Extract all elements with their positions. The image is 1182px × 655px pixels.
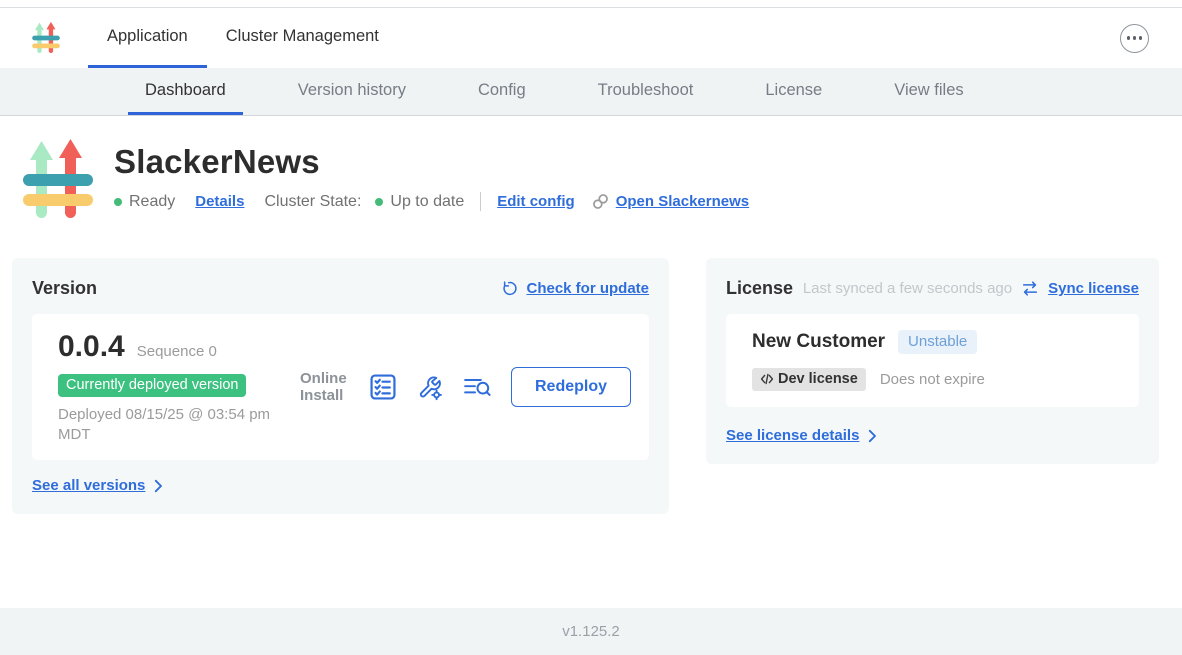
app-header: SlackerNews Ready Details Cluster State:…: [20, 137, 1182, 223]
chain-link-icon: [591, 192, 610, 211]
dashboard-cards: Version Check for update 0.0.4 Sequence: [12, 258, 1159, 514]
cluster-state-label: Cluster State:: [264, 193, 361, 211]
see-license-details-link[interactable]: See license details: [726, 427, 859, 444]
see-all-versions-row[interactable]: See all versions: [32, 477, 649, 494]
app-logo-large: [20, 137, 96, 223]
chevron-right-icon: [152, 479, 165, 493]
checklist-icon: [370, 374, 396, 400]
preflight-checks-button[interactable]: [370, 374, 396, 400]
primary-tabs: Application Cluster Management: [88, 8, 398, 68]
version-card: Version Check for update 0.0.4 Sequence: [12, 258, 669, 514]
subnav-tab-dashboard[interactable]: Dashboard: [128, 68, 243, 115]
view-logs-button[interactable]: [463, 375, 491, 399]
code-icon: [760, 373, 774, 385]
console-version: v1.125.2: [562, 623, 620, 640]
admin-console-page: Application Cluster Management Dashboard…: [0, 0, 1182, 655]
deployed-timestamp: Deployed 08/15/25 @ 03:54 pm MDT: [58, 405, 283, 444]
version-card-title: Version: [32, 278, 97, 299]
app-status-row: Ready Details Cluster State: Up to date …: [114, 192, 749, 211]
edit-config-link[interactable]: Edit config: [497, 193, 575, 210]
refresh-icon: [500, 280, 517, 297]
subnav-tab-troubleshoot[interactable]: Troubleshoot: [581, 68, 711, 115]
subnav-tab-config[interactable]: Config: [461, 68, 543, 115]
customer-name: New Customer: [752, 331, 885, 353]
cluster-state-value: Up to date: [390, 193, 464, 211]
open-app-link[interactable]: Open Slackernews: [616, 193, 749, 210]
sync-license-link[interactable]: Sync license: [1048, 280, 1139, 297]
main-nav: Application Cluster Management: [0, 8, 1182, 68]
license-type-badge: Dev license: [752, 368, 866, 391]
subnav-tab-license[interactable]: License: [748, 68, 839, 115]
subnav-tab-version-history[interactable]: Version history: [281, 68, 423, 115]
see-all-versions-link[interactable]: See all versions: [32, 477, 145, 494]
app-status-dot: [114, 198, 122, 206]
app-logo-icon: [31, 21, 61, 55]
install-type-label: Online Install: [300, 370, 350, 405]
status-divider: [480, 192, 481, 211]
open-app-link-group[interactable]: Open Slackernews: [591, 192, 749, 211]
dashboard-main: SlackerNews Ready Details Cluster State:…: [0, 137, 1182, 514]
app-title: SlackerNews: [114, 143, 749, 181]
last-synced-text: Last synced a few seconds ago: [803, 280, 1012, 297]
license-panel: New Customer Unstable Dev license: [726, 314, 1139, 407]
ellipsis-icon: [1127, 36, 1143, 40]
logs-search-icon: [463, 375, 491, 399]
check-for-update-link[interactable]: Check for update: [526, 280, 649, 297]
license-card-title: License: [726, 278, 793, 299]
overflow-menu-button[interactable]: [1120, 24, 1149, 53]
see-license-details-row[interactable]: See license details: [726, 427, 1139, 444]
chevron-right-icon: [866, 429, 879, 443]
top-divider: [0, 0, 1182, 8]
current-version-panel: 0.0.4 Sequence 0 Currently deployed vers…: [32, 314, 649, 460]
channel-badge: Unstable: [898, 330, 977, 354]
deployed-badge: Currently deployed version: [58, 374, 246, 397]
license-expiry: Does not expire: [880, 371, 985, 388]
app-status-text: Ready: [129, 193, 175, 211]
sync-icon: [1021, 280, 1039, 297]
version-number: 0.0.4: [58, 330, 125, 364]
app-subnav: Dashboard Version history Config Trouble…: [0, 68, 1182, 116]
check-for-update-group[interactable]: Check for update: [500, 280, 649, 297]
license-type-text: Dev license: [778, 371, 858, 387]
license-card: License Last synced a few seconds ago Sy…: [706, 258, 1159, 464]
config-tools-button[interactable]: [416, 374, 443, 401]
redeploy-button[interactable]: Redeploy: [511, 367, 631, 407]
cluster-state-dot: [375, 198, 383, 206]
wrench-gear-icon: [416, 374, 443, 401]
status-details-link[interactable]: Details: [195, 193, 244, 210]
tab-cluster-management[interactable]: Cluster Management: [207, 8, 398, 68]
tab-application[interactable]: Application: [88, 8, 207, 68]
console-footer: v1.125.2: [0, 608, 1182, 655]
subnav-tab-view-files[interactable]: View files: [877, 68, 980, 115]
sequence-label: Sequence 0: [137, 343, 217, 360]
